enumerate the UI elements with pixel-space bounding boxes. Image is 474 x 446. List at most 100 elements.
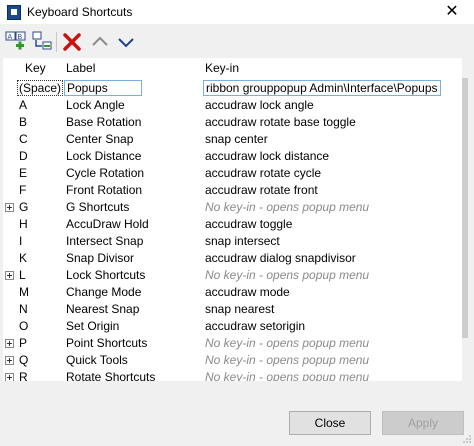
row-label: Rotate Shortcuts (66, 370, 156, 381)
row-keyin: accudraw setorigin (205, 319, 306, 333)
row-key: K (19, 251, 28, 265)
row-label: Set Origin (66, 319, 120, 333)
row-label: Lock Shortcuts (66, 268, 146, 282)
scrollbar-thumb[interactable] (462, 78, 468, 338)
row-label: Nearest Snap (66, 302, 140, 316)
row-keyin: accudraw mode (205, 285, 290, 299)
move-up-button[interactable] (88, 30, 112, 54)
row-key: (Space) (17, 80, 64, 96)
row-keyin: accudraw lock distance (205, 149, 330, 163)
row-label: Snap Divisor (66, 251, 135, 265)
expand-plus-icon[interactable] (5, 373, 14, 381)
row-key: B (19, 115, 28, 129)
row-keyin: snap intersect (205, 234, 280, 248)
column-header-key[interactable]: Key (25, 61, 46, 75)
row-key: L (19, 268, 26, 282)
table-row[interactable]: I Intersect Snap snap intersect (3, 233, 468, 250)
table-row[interactable]: (Space) Popups ribbon grouppopup Admin\Int… (3, 80, 468, 97)
row-keyin: accudraw toggle (205, 217, 293, 231)
close-button[interactable]: Close (289, 411, 371, 435)
toolbar: A B (0, 26, 474, 58)
table-row[interactable]: M Change Mode accudraw mode (3, 284, 468, 301)
delete-icon (63, 33, 81, 51)
table-row[interactable]: D Lock Distance accudraw lock distance (3, 148, 468, 165)
row-key: O (19, 319, 29, 333)
table-row[interactable]: N Nearest Snap snap nearest (3, 301, 468, 318)
table-row[interactable]: G G Shortcuts No key-in - opens popup menu (3, 199, 468, 216)
column-header-label[interactable]: Label (66, 61, 95, 75)
table-row[interactable]: P Point Shortcuts No key-in - opens popup … (3, 335, 468, 352)
table-row[interactable]: F Front Rotation accudraw rotate front (3, 182, 468, 199)
shortcuts-list[interactable]: Key Label Key-in (Space) Popups ribbon gro… (3, 58, 468, 381)
row-label: Change Mode (66, 285, 142, 299)
delete-button[interactable] (60, 30, 84, 54)
row-key: H (19, 217, 28, 231)
new-shortcut-button[interactable]: A B (4, 30, 28, 54)
new-shortcut-icon: A B (5, 31, 26, 50)
row-label: Lock Distance (66, 149, 142, 163)
title-bar: Keyboard Shortcuts ✕ (0, 0, 474, 24)
window-close-button[interactable]: ✕ (430, 0, 474, 24)
table-row[interactable]: B Base Rotation accudraw rotate base toggl… (3, 114, 468, 131)
row-keyin: No key-in - opens popup menu (205, 268, 370, 282)
table-row[interactable]: O Set Origin accudraw setorigin (3, 318, 468, 335)
expand-plus-icon[interactable] (5, 271, 14, 280)
move-down-icon (118, 38, 134, 48)
row-key: P (19, 336, 28, 350)
row-keyin: No key-in - opens popup menu (205, 370, 370, 381)
row-label: Lock Angle (66, 98, 125, 112)
row-label: Quick Tools (66, 353, 128, 367)
row-key: A (19, 98, 28, 112)
expand-plus-icon[interactable] (5, 203, 14, 212)
expand-plus-icon[interactable] (5, 339, 14, 348)
row-keyin: accudraw rotate base toggle (205, 115, 356, 129)
row-keyin: No key-in - opens popup menu (205, 200, 370, 214)
row-key: M (19, 285, 29, 299)
app-icon (7, 5, 21, 20)
row-keyin: ribbon grouppopup Admin\Interface\Popups (203, 80, 441, 96)
row-key: D (19, 149, 28, 163)
table-row[interactable]: L Lock Shortcuts No key-in - opens popup m… (3, 267, 468, 284)
row-label: AccuDraw Hold (66, 217, 149, 231)
svg-text:A: A (8, 34, 13, 41)
move-down-button[interactable] (114, 30, 138, 54)
table-row[interactable]: C Center Snap snap center (3, 131, 468, 148)
row-label: Cycle Rotation (66, 166, 145, 180)
table-row[interactable]: R Rotate Shortcuts No key-in - opens popup… (3, 369, 468, 381)
row-key: G (19, 200, 29, 214)
row-key: F (19, 183, 27, 197)
new-child-shortcut-icon (32, 31, 52, 50)
table-row[interactable]: K Snap Divisor accudraw dialog snapdivisor (3, 250, 468, 267)
toolbar-separator (56, 32, 57, 52)
table-row[interactable]: A Lock Angle accudraw lock angle (3, 97, 468, 114)
row-label: Center Snap (66, 132, 134, 146)
row-label: Intersect Snap (66, 234, 144, 248)
table-row[interactable]: E Cycle Rotation accudraw rotate cycle (3, 165, 468, 182)
row-keyin: snap nearest (205, 302, 275, 316)
row-keyin: No key-in - opens popup menu (205, 353, 370, 367)
expand-plus-icon[interactable] (5, 356, 14, 365)
row-keyin: accudraw rotate front (205, 183, 318, 197)
new-child-shortcut-button[interactable] (30, 30, 54, 54)
row-key: C (19, 132, 28, 146)
row-key: R (19, 370, 28, 381)
row-label: Base Rotation (66, 115, 142, 129)
column-header-keyin[interactable]: Key-in (205, 61, 239, 75)
move-up-icon (92, 36, 108, 46)
vertical-scrollbar[interactable] (462, 58, 468, 381)
row-label: Popups (64, 80, 142, 96)
table-row[interactable]: Q Quick Tools No key-in - opens popup menu (3, 352, 468, 369)
resize-grip-icon[interactable] (462, 434, 472, 444)
row-key: I (19, 234, 23, 248)
window-title: Keyboard Shortcuts (27, 5, 133, 19)
row-keyin: snap center (205, 132, 268, 146)
svg-text:B: B (18, 34, 23, 41)
row-keyin: No key-in - opens popup menu (205, 336, 370, 350)
row-keyin: accudraw dialog snapdivisor (205, 251, 356, 265)
row-keyin: accudraw lock angle (205, 98, 314, 112)
row-keyin: accudraw rotate cycle (205, 166, 322, 180)
row-label: Front Rotation (66, 183, 143, 197)
table-row[interactable]: H AccuDraw Hold accudraw toggle (3, 216, 468, 233)
row-label: Point Shortcuts (66, 336, 148, 350)
apply-button[interactable]: Apply (382, 411, 464, 435)
